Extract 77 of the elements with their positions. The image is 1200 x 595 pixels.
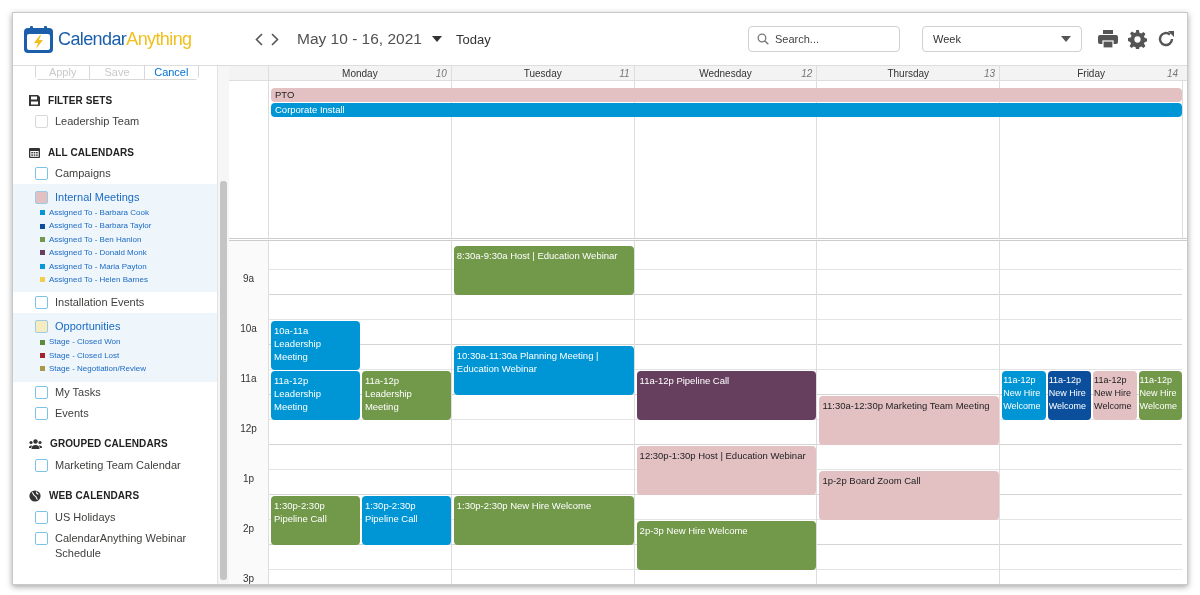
people-icon: [29, 438, 42, 449]
checkbox[interactable]: [35, 406, 48, 420]
time-label: 1p: [241, 472, 256, 486]
calendar-bolt-icon: [23, 24, 54, 54]
legend-label: Assigned To - Ben Hanlon: [49, 233, 142, 246]
time-label: 9a: [241, 272, 256, 286]
settings-icon: [1128, 29, 1147, 49]
legend-label: Assigned To - Barbara Taylor: [49, 220, 152, 233]
checkbox[interactable]: [35, 385, 48, 399]
calendar-event[interactable]: 11a-12p Pipeline Call: [636, 371, 817, 420]
today-button[interactable]: Today: [453, 29, 493, 49]
calendar-event[interactable]: 12:30p-1:30p Host | Education Webinar: [636, 446, 817, 495]
legend-label: Stage - Closed Lost: [49, 349, 120, 362]
globe-icon: [29, 489, 41, 502]
settings-button[interactable]: [1126, 27, 1149, 51]
save-icon: [29, 94, 40, 106]
legend-label: Stage - Negotiation/Review: [49, 363, 146, 376]
time-label: 11a: [239, 372, 258, 386]
checkbox[interactable]: [35, 167, 48, 180]
filter-set-item[interactable]: Leadership Team: [13, 111, 217, 132]
calendar-event[interactable]: 11:30a-12:30p Marketing Team Meeting: [819, 396, 1000, 445]
checkbox[interactable]: [35, 458, 48, 472]
refresh-icon: [1157, 30, 1175, 48]
chevron-right-icon: [271, 32, 279, 46]
legend-label: Assigned To - Donald Monk: [49, 247, 147, 260]
calendar-item[interactable]: Marketing Team Calendar: [13, 454, 217, 476]
section-heading: GROUPED CALENDARS: [50, 438, 168, 450]
time-label: 3p: [241, 572, 256, 584]
date-range-picker[interactable]: May 10 - 16, 2021: [295, 28, 424, 50]
day-number: 13: [984, 68, 996, 79]
legend-label: Stage - Closed Won: [49, 336, 121, 349]
time-label: 10a: [239, 322, 258, 336]
checkbox[interactable]: [35, 115, 48, 128]
time-label: 12p: [239, 422, 258, 436]
calendar-item[interactable]: Events: [13, 402, 217, 424]
previous-button[interactable]: [253, 30, 265, 48]
view-select[interactable]: Week: [922, 26, 1082, 52]
day-number: 14: [1166, 68, 1178, 79]
day-name: Monday: [342, 67, 378, 79]
calendar-item[interactable]: CalendarAnything Webinar Schedule: [13, 527, 217, 564]
calendar-item[interactable]: US Holidays: [13, 506, 217, 528]
checkbox[interactable]: [35, 510, 48, 524]
calendar-item[interactable]: Installation Events: [13, 292, 217, 314]
day-name: Thursday: [887, 67, 930, 79]
checkbox[interactable]: [35, 320, 48, 334]
day-number: 11: [619, 68, 630, 79]
calendar-event[interactable]: 11a-12p New Hire Welcome: [1093, 371, 1137, 420]
calendar-icon: [29, 146, 40, 158]
print-button[interactable]: [1096, 28, 1120, 50]
day-name: Wednesday: [699, 67, 752, 79]
legend-label: Assigned To - Barbara Cook: [49, 207, 149, 219]
day-name: Friday: [1077, 67, 1105, 79]
filter-button[interactable]: Cancel: [143, 66, 198, 79]
app-logo-text: CalendarAnything: [58, 28, 192, 50]
next-button[interactable]: [269, 30, 281, 48]
chevron-left-icon: [255, 32, 263, 46]
day-number: 10: [435, 68, 447, 79]
time-label: 2p: [241, 522, 256, 536]
checkbox[interactable]: [35, 191, 48, 204]
checkbox[interactable]: [35, 296, 48, 310]
calendar-event[interactable]: 11a-12p New Hire Welcome: [1047, 371, 1092, 420]
calendar-event[interactable]: 1p-2p Board Zoom Call: [819, 471, 1000, 520]
all-day-event[interactable]: PTO: [271, 88, 1182, 102]
calendar-item[interactable]: Campaigns: [13, 163, 217, 184]
day-number: 12: [801, 68, 813, 79]
printer-icon: [1098, 30, 1118, 48]
section-heading: FILTER SETS: [48, 94, 113, 106]
search-field[interactable]: Search...: [748, 26, 900, 52]
caret-down-icon: [1061, 36, 1071, 42]
section-heading: WEB CALENDARS: [49, 490, 140, 502]
legend-label: Assigned To - Helen Barnes: [49, 274, 149, 287]
caret-down-icon[interactable]: [431, 36, 442, 42]
checkbox[interactable]: [35, 531, 48, 545]
legend-label: Assigned To - Maria Payton: [49, 260, 147, 273]
day-name: Tuesday: [523, 67, 562, 79]
calendar-item[interactable]: My Tasks: [13, 381, 217, 403]
section-heading: ALL CALENDARS: [48, 146, 135, 158]
